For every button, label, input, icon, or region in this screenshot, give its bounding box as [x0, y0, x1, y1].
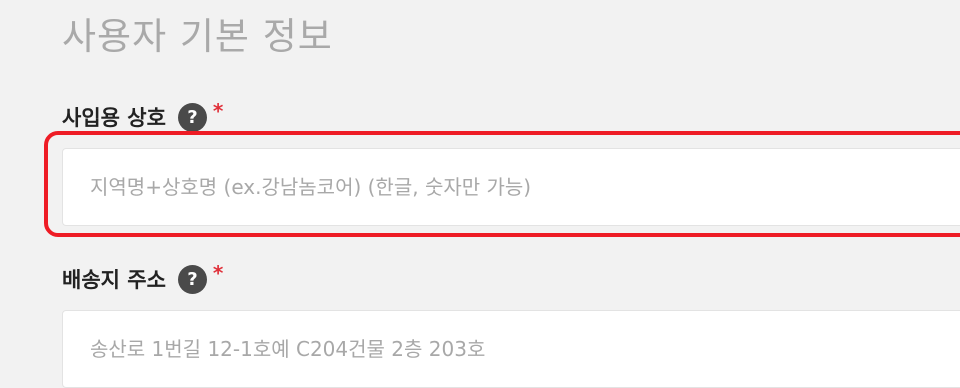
help-icon[interactable]: ? [177, 102, 207, 132]
business-name-label-text: 사입용 상호 [62, 106, 166, 130]
business-name-label: 사입용 상호 ? * [62, 99, 224, 132]
shipping-address-input[interactable] [62, 310, 960, 388]
required-mark: * [212, 261, 224, 285]
required-mark: * [212, 99, 224, 123]
help-icon[interactable]: ? [177, 264, 207, 294]
section-title: 사용자 기본 정보 [62, 15, 333, 58]
shipping-address-label: 배송지 주소 ? * [62, 261, 224, 294]
shipping-address-label-text: 배송지 주소 [62, 268, 166, 292]
business-name-input[interactable] [62, 148, 960, 226]
